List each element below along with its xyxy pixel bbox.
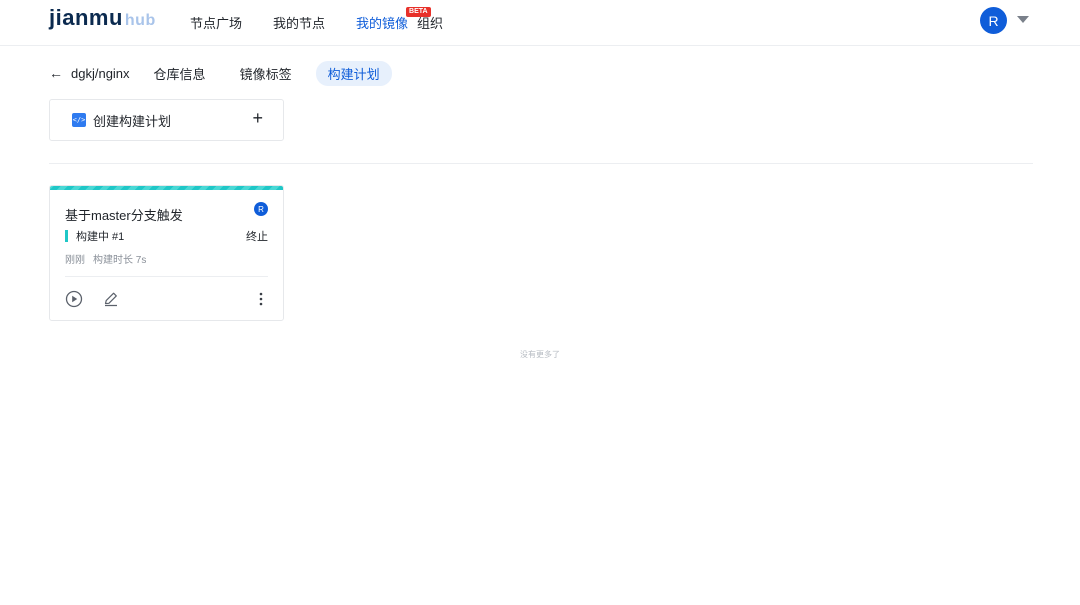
nav-item-organization[interactable]: 组织 — [417, 13, 443, 32]
top-header: jianmu hub 节点广场 我的节点 我的镜像 BETA 组织 R — [0, 0, 1080, 46]
plus-icon: + — [252, 108, 263, 128]
more-icon[interactable] — [257, 290, 265, 308]
nav-item-my-images[interactable]: 我的镜像 BETA — [356, 7, 431, 32]
chevron-down-icon[interactable] — [1017, 16, 1029, 23]
build-time: 刚刚 — [65, 255, 85, 266]
back-to-repo-link[interactable]: ← dgkj/nginx — [49, 65, 130, 81]
back-arrow-icon: ← — [49, 65, 63, 81]
build-meta: 刚刚 构建时长 7s — [65, 251, 146, 266]
repo-subnav: ← dgkj/nginx 仓库信息 镜像标签 构建计划 — [49, 60, 392, 86]
edit-icon[interactable] — [102, 290, 120, 308]
code-icon: </> — [72, 113, 86, 127]
build-duration: 构建时长 7s — [93, 255, 147, 266]
repo-name: dgkj/nginx — [71, 65, 130, 81]
status-text[interactable]: 构建中 #1 — [76, 228, 124, 244]
build-plan-card: 基于master分支触发 R 构建中 #1 终止 刚刚 构建时长 7s — [49, 185, 284, 321]
plan-title[interactable]: 基于master分支触发 — [65, 205, 183, 224]
card-divider — [65, 276, 268, 277]
build-status: 构建中 #1 — [65, 228, 124, 244]
jianmu-hub-logo[interactable]: jianmu hub — [49, 5, 156, 35]
play-icon[interactable] — [65, 290, 83, 308]
nav-item-my-nodes[interactable]: 我的节点 — [273, 13, 325, 32]
user-avatar[interactable]: R — [980, 7, 1007, 34]
status-indicator — [65, 230, 68, 242]
stop-build-button[interactable]: 终止 — [246, 228, 268, 244]
tab-build-plans[interactable]: 构建计划 — [315, 60, 392, 86]
section-divider — [49, 163, 1033, 164]
tab-repo-info[interactable]: 仓库信息 — [142, 61, 218, 86]
main-nav: 节点广场 我的节点 我的镜像 BETA 组织 — [190, 7, 474, 32]
nav-item-node-plaza[interactable]: 节点广场 — [190, 13, 242, 32]
create-build-plan-button[interactable]: </> 创建构建计划 + — [49, 99, 284, 141]
building-progress-bar — [50, 186, 283, 190]
tab-image-tags[interactable]: 镜像标签 — [228, 61, 304, 86]
create-build-plan-label: 创建构建计划 — [93, 113, 172, 129]
owner-avatar: R — [254, 202, 268, 216]
no-more-text: 没有更多了 — [520, 350, 560, 359]
